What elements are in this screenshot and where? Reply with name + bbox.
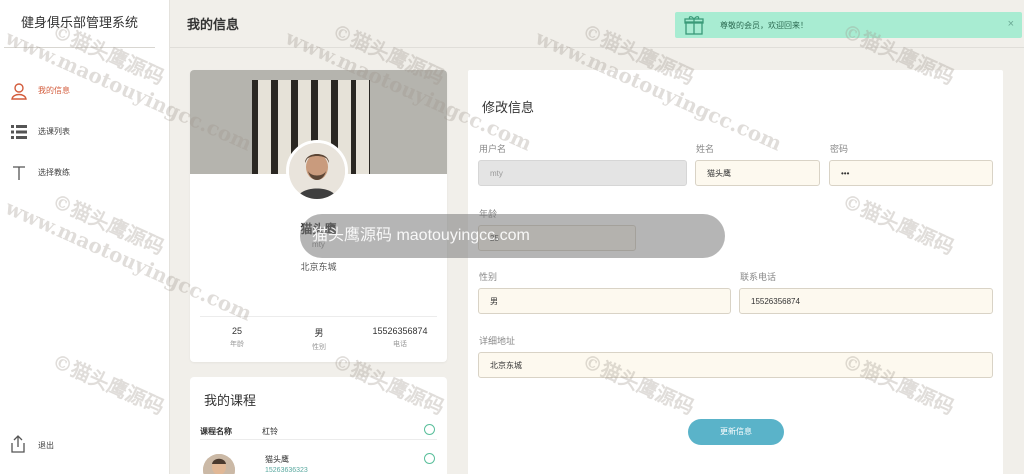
username-label: 用户名: [479, 144, 507, 154]
text-t-icon: [8, 162, 30, 184]
page-title: 我的信息: [187, 17, 240, 32]
stat-label: 年龄: [230, 341, 244, 348]
avatar: [286, 140, 348, 202]
close-icon[interactable]: ×: [1008, 18, 1014, 30]
gender-label: 性别: [479, 272, 498, 282]
sidebar-item-select-coach[interactable]: 选择教练: [0, 152, 169, 193]
stat-label: 性别: [312, 344, 326, 351]
course-row: 课程名称 杠铃: [200, 424, 437, 440]
list-icon: [8, 121, 30, 143]
age-label: 年龄: [479, 209, 498, 219]
share-icon: [8, 434, 30, 456]
password-label: 密码: [830, 144, 849, 154]
sidebar: 健身俱乐部管理系统 我的信息 选课列表 选择教练 退出: [0, 0, 170, 474]
course-name-header: 课程名称: [200, 427, 232, 436]
stat-value: 男: [314, 328, 324, 338]
course-radio[interactable]: [424, 424, 435, 435]
update-info-button[interactable]: 更新信息: [688, 419, 784, 445]
sidebar-item-my-info[interactable]: 我的信息: [0, 70, 169, 111]
stat-value: 25: [231, 326, 242, 336]
profile-address: 北京东城: [300, 262, 337, 272]
coach-name: 猫头鹰: [265, 455, 289, 464]
sidebar-item-label: 我的信息: [38, 86, 70, 95]
age-field[interactable]: [478, 225, 636, 251]
coach-phone: 15263636323: [265, 467, 308, 474]
course-name-value: 杠铃: [262, 427, 278, 436]
profile-username: mty: [312, 240, 325, 249]
coach-radio[interactable]: [424, 453, 435, 464]
profile-card: 猫头鹰 mty 北京东城 25 年龄 男 性别 15526356874 电话: [190, 70, 447, 362]
address-label: 详细地址: [479, 336, 516, 346]
stat-value: 15526356874: [372, 326, 428, 336]
password-field[interactable]: [829, 160, 993, 186]
my-courses-card: 我的课程 课程名称 杠铃 猫头鹰 15263636323: [190, 377, 447, 474]
logout-label: 退出: [38, 440, 54, 450]
courses-title: 我的课程: [204, 393, 257, 408]
divider: [200, 316, 437, 317]
sidebar-item-course-list[interactable]: 选课列表: [0, 111, 169, 152]
address-field[interactable]: [478, 352, 993, 378]
name-field[interactable]: [695, 160, 820, 186]
gift-icon: [683, 14, 705, 36]
logout-button[interactable]: 退出: [8, 434, 54, 456]
top-header: 我的信息 尊敬的会员，欢迎回来！ ×: [170, 0, 1024, 48]
cover-piano-key: [356, 80, 369, 174]
stat-label: 电话: [393, 341, 407, 348]
welcome-toast: 尊敬的会员，欢迎回来！ ×: [675, 12, 1022, 38]
stat-phone: 15526356874 电话: [358, 326, 442, 349]
gender-field[interactable]: [478, 288, 731, 314]
app-title: 健身俱乐部管理系统: [4, 0, 155, 48]
coach-avatar: [203, 454, 235, 474]
user-icon: [8, 80, 30, 102]
profile-name: 猫头鹰: [300, 222, 337, 236]
toast-message: 尊敬的会员，欢迎回来！: [720, 20, 808, 30]
name-label: 姓名: [696, 144, 715, 154]
sidebar-nav: 我的信息 选课列表 选择教练: [0, 70, 169, 193]
stat-gender: 男 性别: [277, 326, 361, 352]
username-field: [478, 160, 687, 186]
phone-field[interactable]: [739, 288, 993, 314]
phone-label: 联系电话: [740, 272, 777, 282]
sidebar-item-label: 选课列表: [38, 127, 70, 136]
cover-piano-key: [258, 80, 271, 174]
form-title: 修改信息: [482, 100, 535, 115]
edit-info-form: 修改信息 用户名 姓名 密码 年龄 性别 联系电话 详细地址 更新信息: [468, 70, 1003, 474]
stat-age: 25 年龄: [195, 326, 279, 349]
sidebar-item-label: 选择教练: [38, 168, 70, 177]
